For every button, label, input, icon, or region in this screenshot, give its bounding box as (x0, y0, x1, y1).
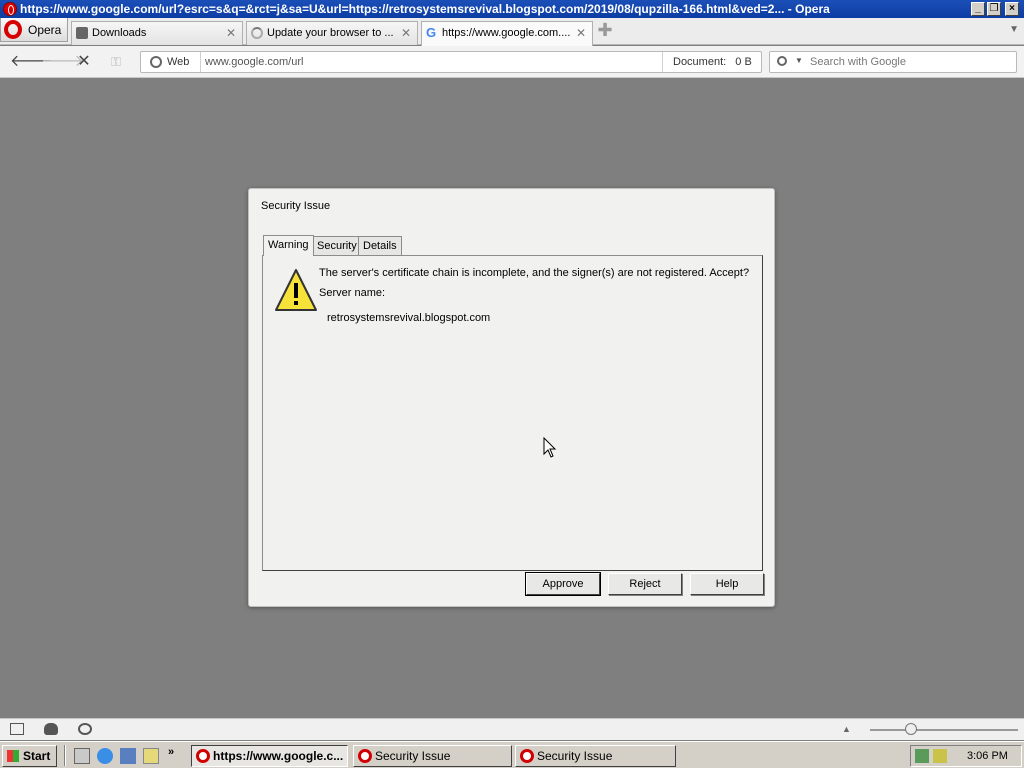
help-button[interactable]: Help (690, 573, 764, 595)
tab-label: Downloads (92, 27, 147, 39)
tab-details[interactable]: Details (358, 236, 402, 255)
window-titlebar: https://www.google.com/url?esrc=s&q=&rct… (0, 0, 1024, 18)
opera-unite-cloud-icon[interactable] (44, 723, 58, 735)
document-size-info: Document: 0 B (662, 52, 762, 72)
opera-icon (358, 749, 372, 763)
panel-toggle-icon[interactable] (10, 723, 24, 735)
explorer-search-icon[interactable] (143, 748, 159, 764)
search-engine-dropdown-icon[interactable]: ▼ (795, 56, 803, 65)
tab-menu-chevron-icon[interactable]: ▼ (1009, 24, 1019, 35)
certificate-warning-message: The server's certificate chain is incomp… (319, 267, 750, 279)
turbo-speedometer-icon[interactable] (78, 723, 92, 735)
approve-button[interactable]: Approve (525, 572, 601, 596)
start-button[interactable]: Start (2, 745, 57, 767)
internet-explorer-icon[interactable] (97, 748, 113, 764)
opera-logo-icon (4, 20, 22, 39)
globe-icon (150, 56, 162, 68)
dialog-title: Security Issue (261, 200, 331, 212)
server-name-label: Server name: (319, 287, 386, 299)
show-desktop-icon[interactable] (74, 748, 90, 764)
search-placeholder: Search with Google (810, 56, 906, 68)
search-icon (777, 56, 787, 66)
taskbar-separator (64, 745, 66, 766)
google-icon: G (426, 25, 437, 40)
close-tab-icon[interactable]: ✕ (401, 26, 411, 40)
download-icon (76, 27, 88, 39)
loading-icon (251, 27, 263, 39)
new-tab-icon[interactable]: ✚ (596, 21, 614, 39)
opera-app-icon (3, 2, 17, 16)
network-icon[interactable] (120, 748, 136, 764)
close-tab-icon[interactable]: ✕ (226, 26, 236, 40)
minimize-button[interactable]: _ (971, 2, 985, 16)
task-label: Security Issue (537, 749, 613, 763)
window-title: https://www.google.com/url?esrc=s&q=&rct… (20, 2, 830, 16)
status-bar: ▲ (0, 718, 1024, 740)
network-tray-icon[interactable] (915, 749, 929, 763)
tab-downloads[interactable]: Downloads ✕ (71, 21, 243, 45)
view-toggle-up-icon[interactable]: ▲ (842, 724, 851, 734)
close-window-button[interactable]: × (1005, 2, 1019, 16)
stop-icon[interactable]: ✕ (74, 53, 94, 71)
key-icon[interactable]: ⚿ (106, 53, 126, 71)
back-icon[interactable]: 🡐 (10, 53, 53, 71)
task-label: Security Issue (375, 749, 451, 763)
opera-menu-label: Opera (28, 23, 62, 37)
search-field[interactable]: ▼ Search with Google (769, 51, 1017, 73)
tab-security[interactable]: Security (312, 236, 362, 255)
windows-taskbar: Start » https://www.google.c... Security… (0, 741, 1024, 768)
security-issue-dialog: Security Issue Warning Security Details … (248, 188, 775, 607)
document-size: 0 B (735, 56, 752, 68)
navigation-toolbar: 🡐 🡒 ✕ ⚿ Web www.google.com/url Document:… (0, 46, 1024, 78)
opera-menu-button[interactable]: Opera (0, 18, 68, 42)
tab-label: Update your browser to ... (267, 27, 394, 39)
forward-icon[interactable]: 🡒 (41, 53, 84, 71)
tab-label: https://www.google.com.... (442, 27, 571, 39)
zoom-slider-thumb[interactable] (905, 723, 917, 735)
quick-launch-more-icon[interactable]: » (168, 746, 174, 758)
tab-google-url[interactable]: G https://www.google.com.... ✕ (421, 21, 593, 46)
security-tray-icon[interactable] (933, 749, 947, 763)
server-name-value: retrosystemsrevival.blogspot.com (327, 312, 491, 324)
opera-icon (196, 749, 210, 763)
zoom-slider[interactable] (870, 729, 1018, 731)
tab-warning[interactable]: Warning (263, 235, 314, 256)
address-input[interactable]: www.google.com/url (205, 56, 303, 68)
reject-button[interactable]: Reject (608, 573, 682, 595)
site-info-button[interactable]: Web (141, 52, 201, 72)
start-label: Start (23, 749, 51, 763)
system-tray: 3:06 PM (910, 745, 1022, 767)
tab-update-browser[interactable]: Update your browser to ... ✕ (246, 21, 418, 45)
warning-panel: The server's certificate chain is incomp… (262, 255, 763, 571)
web-label: Web (167, 56, 190, 68)
warning-icon (275, 269, 317, 311)
document-label: Document: (673, 56, 727, 68)
clock: 3:06 PM (967, 750, 1008, 762)
tab-strip: Opera Downloads ✕ Update your browser to… (0, 18, 1024, 46)
close-tab-icon[interactable]: ✕ (576, 26, 586, 40)
taskbar-security-issue-1[interactable]: Security Issue (353, 745, 512, 767)
mouse-cursor-icon (543, 437, 557, 458)
windows-flag-icon (7, 750, 19, 762)
taskbar-security-issue-2[interactable]: Security Issue (515, 745, 676, 767)
task-label: https://www.google.c... (213, 749, 344, 763)
taskbar-opera-window[interactable]: https://www.google.c... (191, 745, 348, 767)
restore-button[interactable]: ❐ (987, 2, 1001, 16)
opera-icon (520, 749, 534, 763)
address-bar[interactable]: Web www.google.com/url Document: 0 B (140, 51, 762, 73)
